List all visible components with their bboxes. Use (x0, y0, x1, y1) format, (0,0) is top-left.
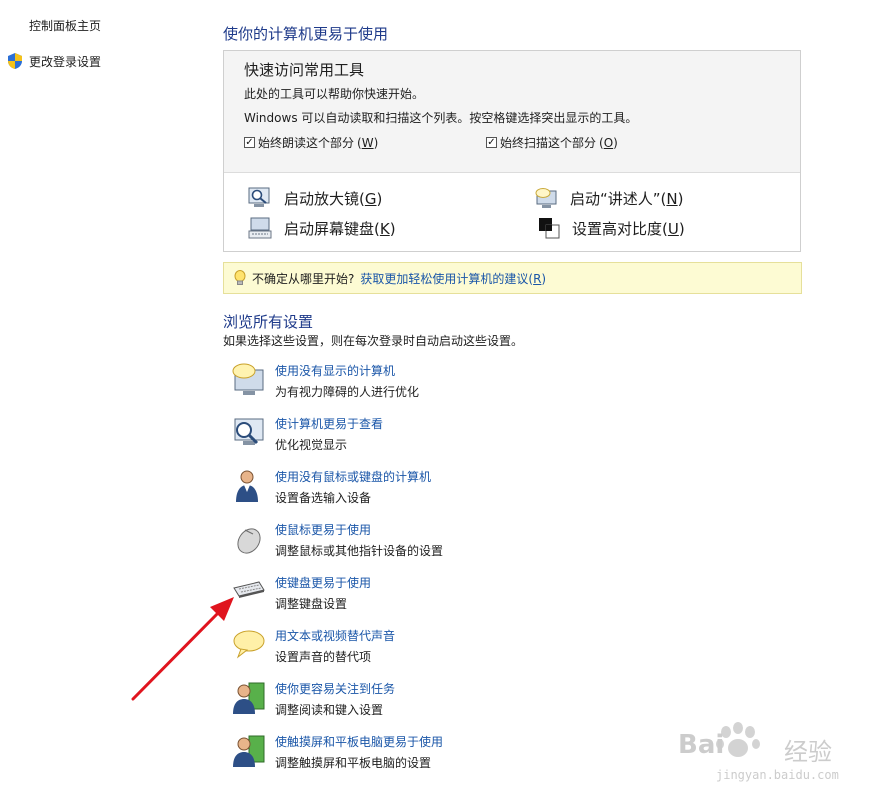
baidu-watermark: Bai 经验 jingyan.baidu.com (676, 712, 846, 792)
annotation-arrow (131, 597, 234, 701)
watermark-brand: Bai (678, 730, 725, 760)
watermark-brand-cn: 经验 (784, 738, 832, 766)
watermark-url: jingyan.baidu.com (716, 768, 839, 782)
